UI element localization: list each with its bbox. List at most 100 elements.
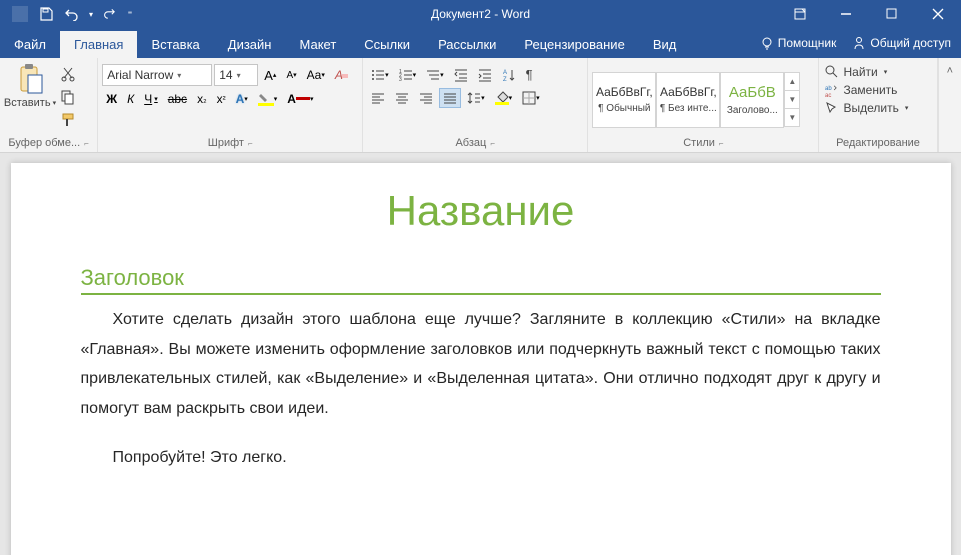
tab-review[interactable]: Рецензирование [510, 31, 638, 58]
styles-down-button[interactable]: ▼ [785, 91, 799, 109]
find-icon [825, 65, 839, 79]
doc-paragraph-2[interactable]: Попробуйте! Это легко. [81, 443, 881, 473]
dialog-launcher-icon[interactable]: ⌐ [490, 139, 495, 148]
tab-layout[interactable]: Макет [285, 31, 350, 58]
save-button[interactable] [34, 2, 58, 26]
tab-references[interactable]: Ссылки [350, 31, 424, 58]
superscript-button[interactable]: x² [213, 89, 230, 109]
grow-font-button[interactable]: A▴ [260, 65, 280, 86]
change-case-button[interactable]: Aa▾ [303, 65, 329, 85]
bullets-icon [371, 68, 385, 82]
increase-indent-button[interactable] [474, 65, 496, 85]
styles-pager: ▲ ▼ ▼ [784, 72, 800, 127]
tell-me[interactable]: Помощник [760, 36, 837, 50]
tab-file[interactable]: Файл [0, 31, 60, 58]
dialog-launcher-icon[interactable]: ⌐ [84, 139, 89, 148]
group-paragraph: ▾ 123▾ ▾ AZ ¶ ▾ ▾ ▾ Абзац⌐ [363, 58, 588, 152]
shrink-font-button[interactable]: A▾ [282, 67, 300, 84]
font-name-combo[interactable]: Arial Narrow▾ [102, 64, 212, 86]
brush-icon [60, 112, 76, 128]
tab-mailings[interactable]: Рассылки [424, 31, 510, 58]
collapse-ribbon-button[interactable]: ˄ [943, 62, 957, 80]
document-area[interactable]: Название Заголовок Хотите сделать дизайн… [0, 153, 961, 555]
ribbon-tabs: Файл Главная Вставка Дизайн Макет Ссылки… [0, 28, 961, 58]
word-icon [8, 2, 32, 26]
copy-button[interactable] [56, 86, 80, 108]
dialog-launcher-icon[interactable]: ⌐ [248, 139, 253, 148]
styles-expand-button[interactable]: ▼ [785, 109, 799, 126]
svg-text:3: 3 [399, 77, 402, 82]
borders-icon [522, 91, 536, 105]
font-color-button[interactable]: A▾ [283, 89, 317, 109]
doc-heading[interactable]: Заголовок [81, 265, 881, 295]
group-editing: Найти▾ abacЗаменить Выделить▾ Редактиров… [819, 58, 937, 152]
align-right-icon [419, 91, 433, 105]
redo-button[interactable] [98, 2, 122, 26]
clear-format-button[interactable]: A [331, 65, 353, 85]
sort-icon: AZ [502, 68, 516, 82]
minimize-button[interactable] [823, 0, 869, 28]
align-center-icon [395, 91, 409, 105]
numbering-button[interactable]: 123▾ [395, 65, 421, 85]
format-painter-button[interactable] [56, 109, 80, 131]
copy-icon [60, 89, 76, 105]
spacing-icon [467, 91, 481, 105]
strike-button[interactable]: abc [164, 89, 191, 109]
dialog-launcher-icon[interactable]: ⌐ [719, 139, 724, 148]
group-font: Arial Narrow▾ 14▾ A▴ A▾ Aa▾ A Ж К Ч▾ abc… [98, 58, 363, 152]
undo-button[interactable] [60, 2, 84, 26]
bold-button[interactable]: Ж [102, 89, 121, 109]
decrease-indent-button[interactable] [450, 65, 472, 85]
sort-button[interactable]: AZ [498, 65, 520, 85]
close-button[interactable] [915, 0, 961, 28]
tab-insert[interactable]: Вставка [137, 31, 213, 58]
shading-button[interactable]: ▾ [491, 88, 517, 108]
select-button[interactable]: Выделить▾ [823, 100, 910, 116]
bucket-icon [495, 91, 509, 105]
doc-title[interactable]: Название [81, 187, 881, 235]
align-center-button[interactable] [391, 88, 413, 108]
paste-button[interactable]: Вставить▾ [4, 61, 56, 111]
page[interactable]: Название Заголовок Хотите сделать дизайн… [11, 163, 951, 555]
maximize-button[interactable] [869, 0, 915, 28]
ribbon-display-options[interactable] [777, 0, 823, 28]
align-right-button[interactable] [415, 88, 437, 108]
replace-button[interactable]: abacЗаменить [823, 82, 899, 98]
tab-view[interactable]: Вид [639, 31, 691, 58]
bullets-button[interactable]: ▾ [367, 65, 393, 85]
style-heading1[interactable]: АаБбВЗаголово... [720, 72, 784, 128]
svg-text:A: A [503, 70, 507, 76]
svg-text:ab: ab [825, 86, 832, 92]
subscript-button[interactable]: x₂ [193, 89, 211, 109]
tab-home[interactable]: Главная [60, 31, 137, 58]
cut-icon [60, 66, 76, 82]
paste-icon [16, 63, 44, 95]
highlight-button[interactable]: ▾ [254, 89, 282, 109]
font-size-combo[interactable]: 14▾ [214, 64, 258, 86]
share-button[interactable]: Общий доступ [852, 36, 951, 50]
find-button[interactable]: Найти▾ [823, 64, 889, 80]
multilevel-icon [426, 68, 440, 82]
justify-button[interactable] [439, 88, 461, 108]
align-left-icon [371, 91, 385, 105]
multilevel-button[interactable]: ▾ [422, 65, 448, 85]
text-effects-button[interactable]: A▾ [232, 89, 252, 109]
indent-icon [478, 68, 492, 82]
undo-dropdown[interactable]: ▾ [86, 2, 96, 26]
style-no-spacing[interactable]: АаБбВвГг,¶ Без инте... [656, 72, 720, 128]
show-marks-button[interactable]: ¶ [522, 64, 537, 85]
doc-paragraph-1[interactable]: Хотите сделать дизайн этого шаблона еще … [81, 305, 881, 423]
cut-button[interactable] [56, 63, 80, 85]
titlebar: ▾ ⁼ Документ2 - Word [0, 0, 961, 28]
underline-button[interactable]: Ч▾ [140, 89, 162, 109]
ribbon: Вставить▾ Буфер обме...⌐ Arial Narrow▾ 1… [0, 58, 961, 153]
line-spacing-button[interactable]: ▾ [463, 88, 489, 108]
style-normal[interactable]: АаБбВвГг,¶ Обычный [592, 72, 656, 128]
styles-up-button[interactable]: ▲ [785, 73, 799, 91]
borders-button[interactable]: ▾ [518, 88, 544, 108]
eraser-icon [341, 71, 349, 79]
italic-button[interactable]: К [123, 89, 138, 109]
qat-customize[interactable]: ⁼ [124, 2, 136, 26]
align-left-button[interactable] [367, 88, 389, 108]
tab-design[interactable]: Дизайн [214, 31, 286, 58]
